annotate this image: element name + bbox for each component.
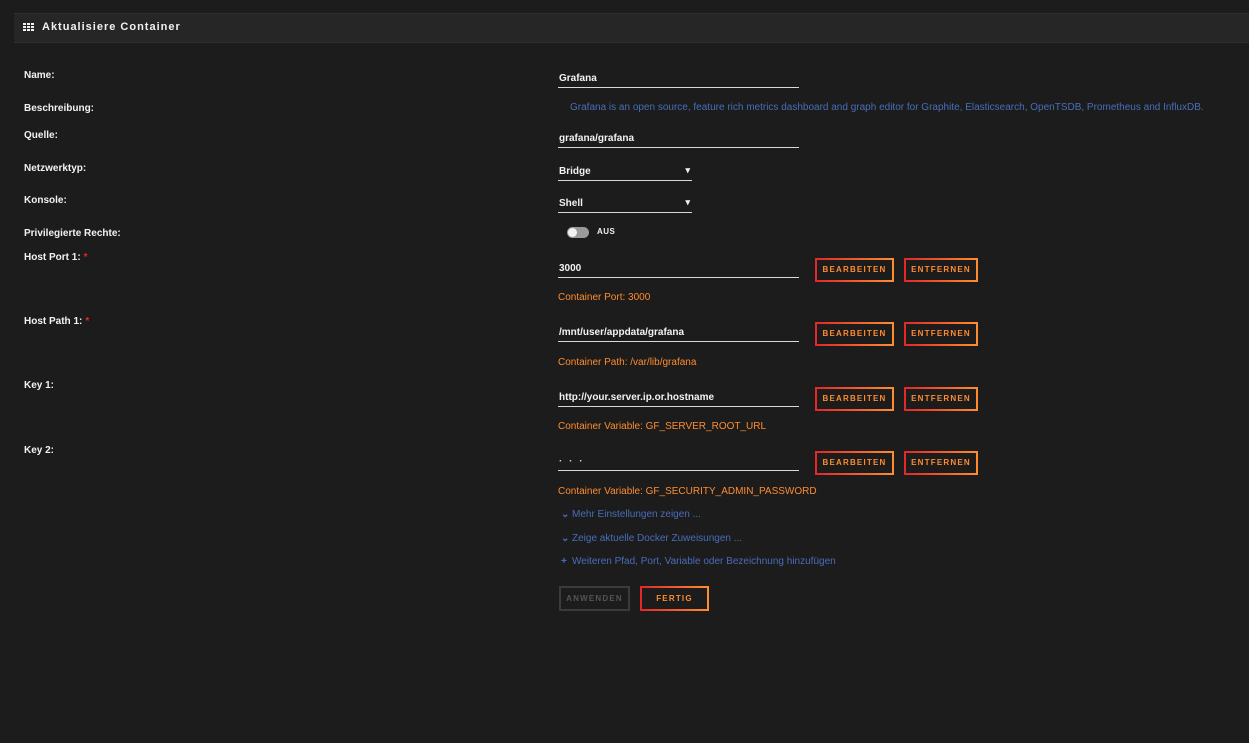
key-2-input[interactable]: · · · [558, 453, 799, 471]
source-input[interactable]: grafana/grafana [558, 130, 799, 148]
apply-button[interactable]: ANWENDEN [559, 586, 630, 611]
required-mark: * [85, 316, 90, 327]
chevron-down-icon: ⌄ [561, 533, 570, 544]
page-title: Aktualisiere Container [42, 21, 181, 33]
done-button[interactable]: FERTIG [640, 586, 709, 611]
network-type-value: Bridge [559, 166, 591, 177]
top-strip [0, 0, 1249, 13]
key-2-label: Key 2: [24, 445, 55, 456]
key-1-value: http://your.server.ip.or.hostname [559, 392, 715, 403]
host-port-1-edit-button[interactable]: BEARBEITEN [815, 258, 894, 282]
privileged-state: AUS [597, 227, 616, 236]
chevron-down-icon: ▾ [685, 197, 690, 207]
chevron-down-icon: ▾ [685, 165, 690, 175]
name-value: Grafana [559, 73, 597, 84]
host-path-1-label: Host Path 1: * [24, 316, 89, 327]
host-port-1-label-text: Host Port 1: [24, 252, 81, 263]
add-config-text: Weiteren Pfad, Port, Variable oder Bezei… [572, 556, 836, 567]
network-type-label: Netzwerktyp: [24, 163, 87, 174]
console-label: Konsole: [24, 195, 67, 206]
toggle-knob [568, 228, 577, 237]
panel-title-bar: Aktualisiere Container [14, 13, 1249, 43]
source-label: Quelle: [24, 130, 58, 141]
host-port-1-hint: Container Port: 3000 [558, 292, 651, 303]
console-select[interactable]: Shell ▾ [558, 195, 692, 213]
host-path-1-input[interactable]: /mnt/user/appdata/grafana [558, 324, 799, 342]
name-label: Name: [24, 70, 55, 81]
host-port-1-label: Host Port 1: * [24, 252, 88, 263]
add-config-link[interactable]: + Weiteren Pfad, Port, Variable oder Beze… [561, 556, 836, 567]
key-1-remove-button[interactable]: ENTFERNEN [904, 387, 978, 411]
host-path-1-value: /mnt/user/appdata/grafana [559, 327, 685, 338]
chevron-down-icon: ⌄ [561, 509, 570, 520]
key-1-hint: Container Variable: GF_SERVER_ROOT_URL [558, 421, 767, 432]
show-docker-allocations-text: Zeige aktuelle Docker Zuweisungen ... [572, 533, 743, 544]
host-path-1-label-text: Host Path 1: [24, 316, 83, 327]
key-2-edit-button[interactable]: BEARBEITEN [815, 451, 894, 475]
key-1-edit-button[interactable]: BEARBEITEN [815, 387, 894, 411]
more-settings-text: Mehr Einstellungen zeigen ... [572, 509, 701, 520]
privileged-toggle[interactable] [567, 227, 589, 238]
privileged-label: Privilegierte Rechte: [24, 228, 121, 239]
key-2-remove-button[interactable]: ENTFERNEN [904, 451, 978, 475]
key-1-label: Key 1: [24, 380, 55, 391]
key-2-value: · · · [559, 456, 585, 467]
host-port-1-input[interactable]: 3000 [558, 260, 799, 278]
key-1-input[interactable]: http://your.server.ip.or.hostname [558, 389, 799, 407]
key-2-hint: Container Variable: GF_SECURITY_ADMIN_PA… [558, 486, 817, 497]
host-path-1-edit-button[interactable]: BEARBEITEN [815, 322, 894, 346]
source-value: grafana/grafana [559, 133, 635, 144]
host-port-1-remove-button[interactable]: ENTFERNEN [904, 258, 978, 282]
required-mark: * [83, 252, 88, 263]
description-label: Beschreibung: [24, 103, 95, 114]
description-text: Grafana is an open source, feature rich … [570, 102, 1204, 113]
grid-icon [23, 23, 34, 32]
name-input[interactable]: Grafana [558, 70, 799, 88]
host-path-1-hint: Container Path: /var/lib/grafana [558, 357, 697, 368]
more-settings-link[interactable]: ⌄ Mehr Einstellungen zeigen ... [561, 509, 701, 520]
plus-icon: + [561, 556, 567, 567]
host-path-1-remove-button[interactable]: ENTFERNEN [904, 322, 978, 346]
show-docker-allocations-link[interactable]: ⌄ Zeige aktuelle Docker Zuweisungen ... [561, 533, 742, 544]
console-value: Shell [559, 198, 583, 209]
network-type-select[interactable]: Bridge ▾ [558, 163, 692, 181]
host-port-1-value: 3000 [559, 263, 582, 274]
